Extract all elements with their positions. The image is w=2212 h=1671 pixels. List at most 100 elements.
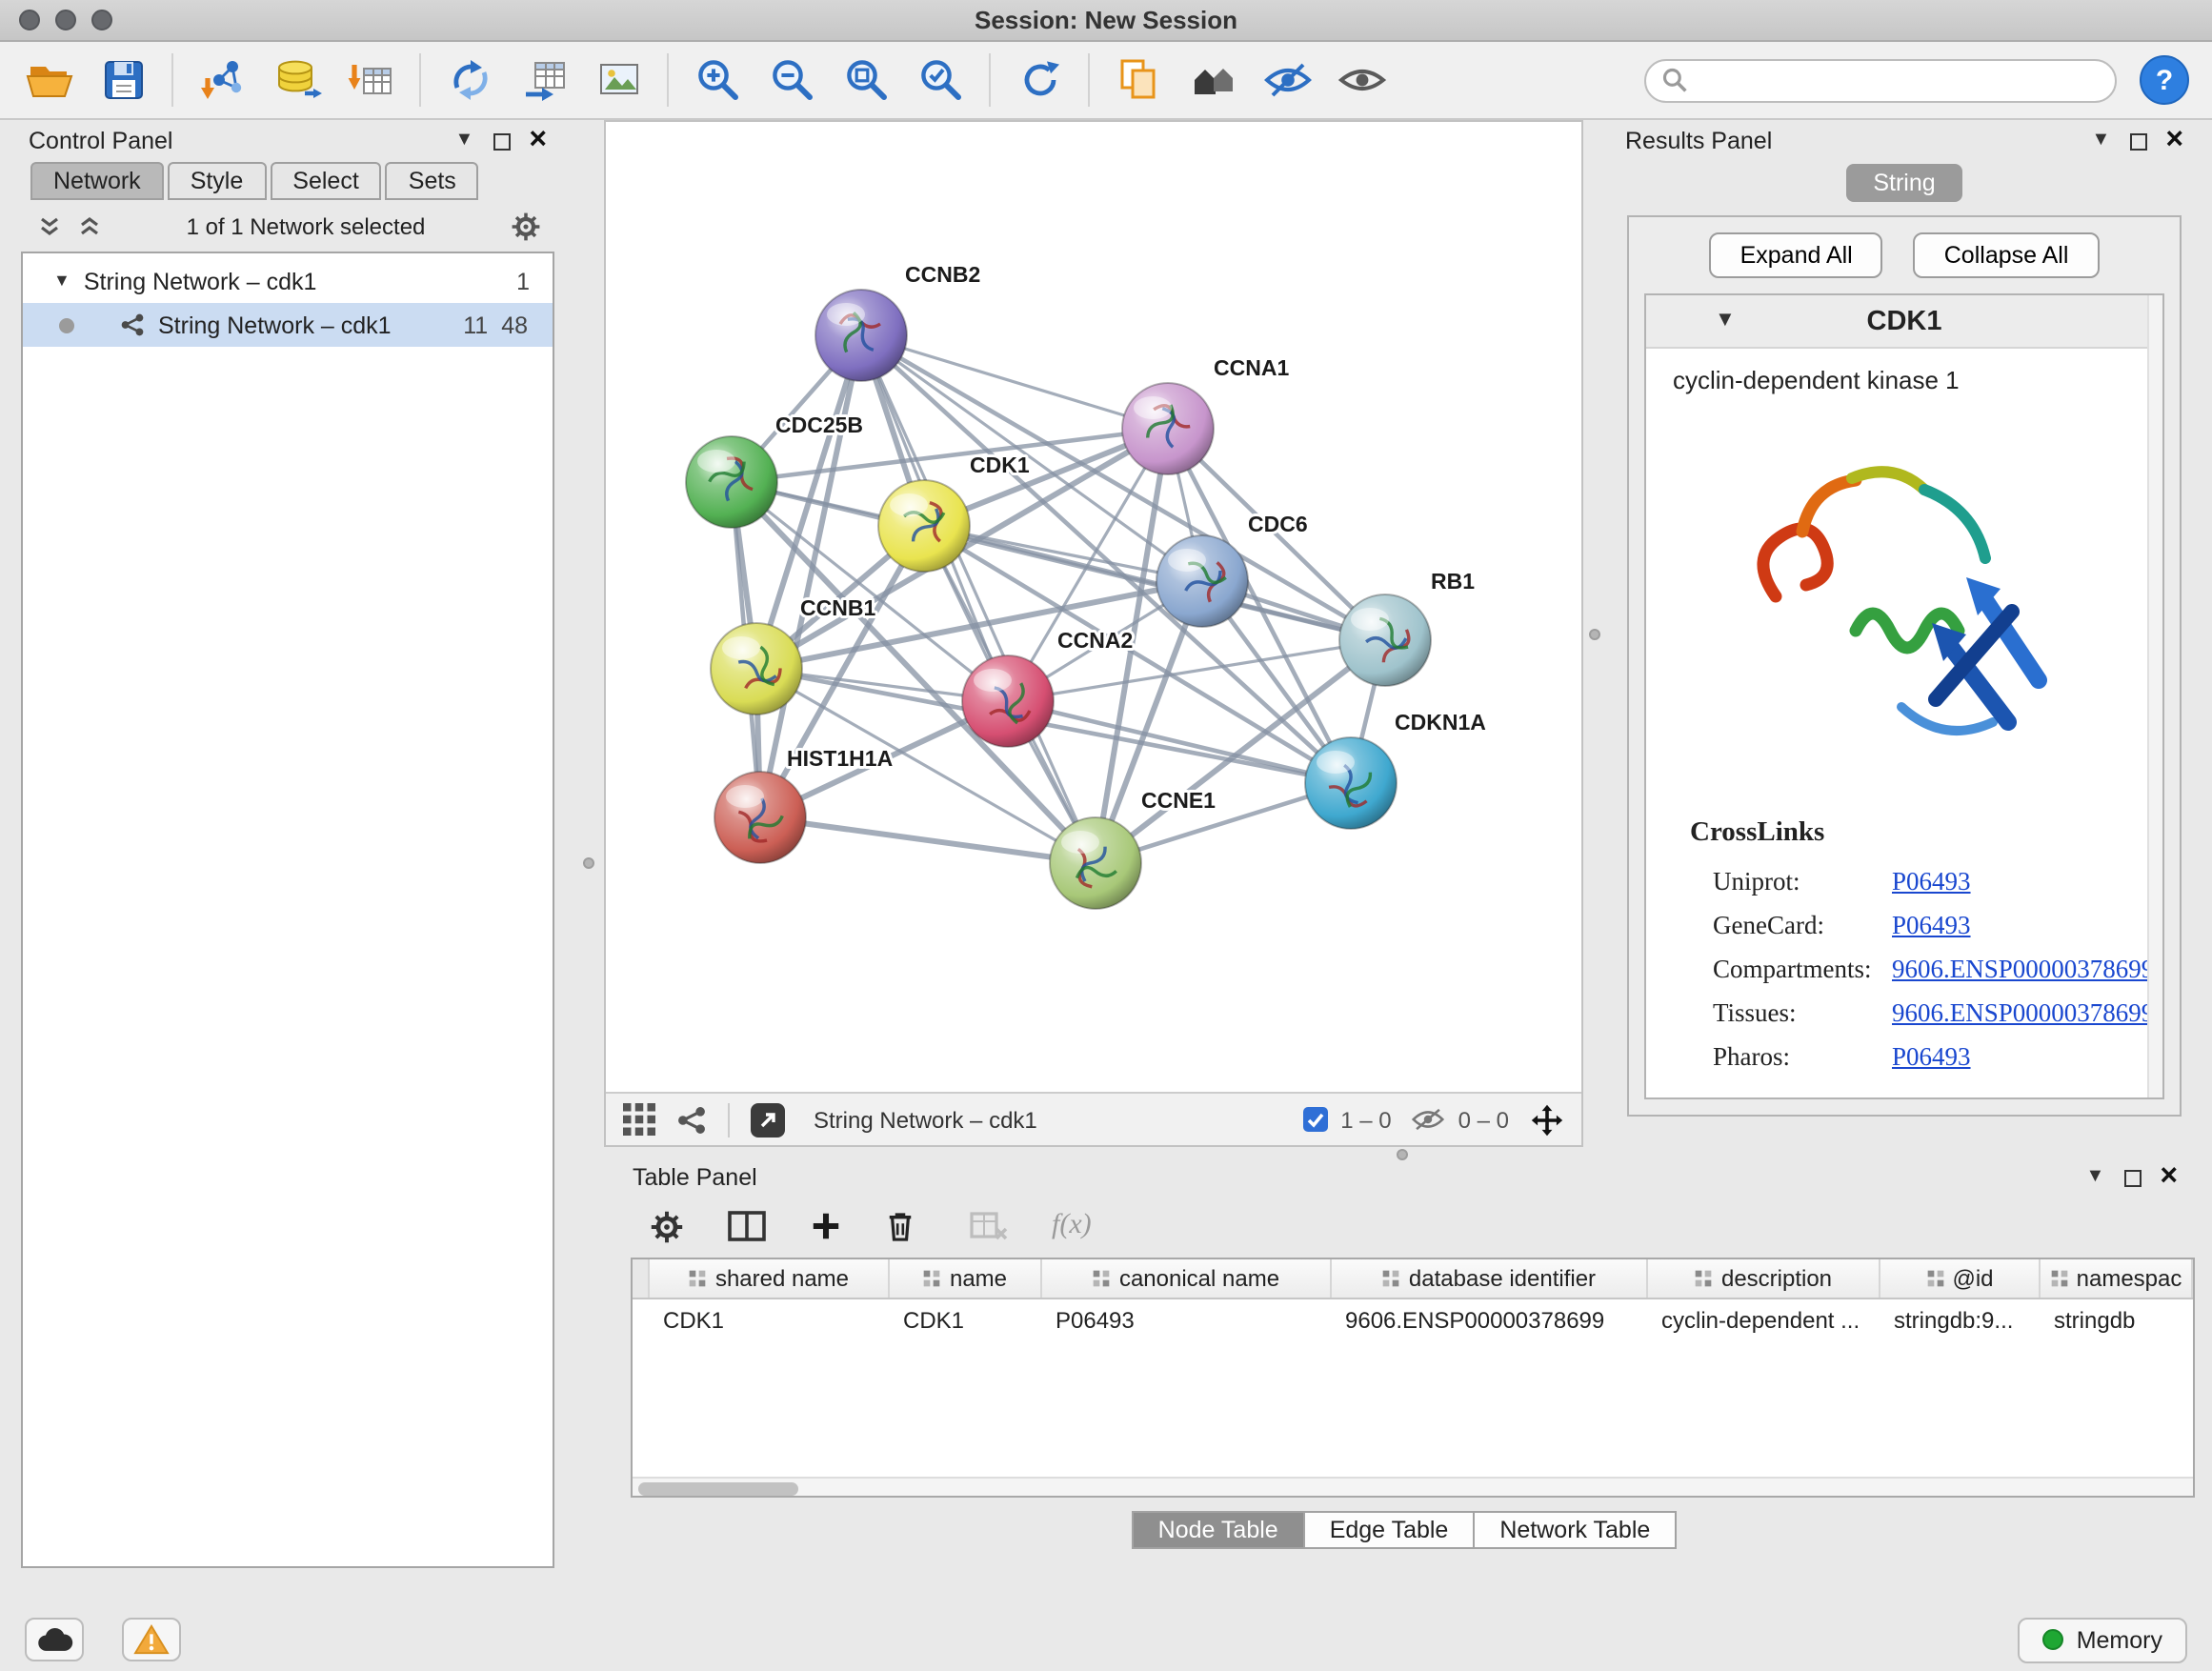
home-view-button[interactable]: [1187, 54, 1238, 106]
import-network-button[interactable]: [196, 54, 248, 106]
float-panel-icon[interactable]: [2123, 1169, 2141, 1186]
network-edge[interactable]: [861, 335, 1096, 863]
zoom-fit-button[interactable]: [840, 54, 892, 106]
column-header-database-identifier[interactable]: database identifier: [1332, 1259, 1648, 1298]
open-in-new-icon[interactable]: [751, 1102, 785, 1137]
close-panel-icon[interactable]: ×: [529, 130, 547, 152]
column-header-name[interactable]: name: [890, 1259, 1042, 1298]
import-table-button[interactable]: [345, 54, 396, 106]
export-table-button[interactable]: [518, 54, 570, 106]
network-canvas[interactable]: CCNB2CCNA1CDC25BCDK1CDC6RB1CCNB1CCNA2CDK…: [606, 122, 1581, 1092]
show-hide-button[interactable]: [1336, 54, 1387, 106]
column-header-canonical-name[interactable]: canonical name: [1042, 1259, 1332, 1298]
tab-node-table[interactable]: Node Table: [1132, 1511, 1305, 1549]
birdseye-grid-icon[interactable]: [623, 1103, 655, 1136]
graphics-details-button[interactable]: [1261, 54, 1313, 106]
tab-network-table[interactable]: Network Table: [1473, 1511, 1677, 1549]
tab-select[interactable]: Select: [270, 162, 382, 200]
collapse-all-button[interactable]: Collapse All: [1914, 232, 2100, 278]
results-buttons: Expand All Collapse All: [1644, 232, 2164, 278]
close-panel-icon[interactable]: ×: [2165, 130, 2183, 152]
column-header-id[interactable]: @id: [1880, 1259, 2041, 1298]
columns-icon[interactable]: [728, 1210, 766, 1242]
chevron-down-icon[interactable]: ▼: [455, 131, 474, 151]
crosslink-link[interactable]: P06493: [1892, 1042, 1971, 1073]
float-panel-icon[interactable]: [2129, 132, 2146, 150]
share-icon[interactable]: [676, 1104, 707, 1135]
selected-checkbox-icon[interactable]: [1302, 1107, 1327, 1132]
collapse-all-icon[interactable]: [38, 215, 61, 238]
disclosure-triangle-icon[interactable]: ▼: [53, 272, 70, 290]
network-node-CDK1[interactable]: CDK1: [878, 453, 1030, 572]
hidden-eye-slash-icon[interactable]: [1413, 1107, 1445, 1132]
results-scrollbar[interactable]: [2147, 295, 2162, 1097]
network-node-CCNA2[interactable]: CCNA2: [962, 628, 1133, 747]
disclosure-triangle-icon[interactable]: ▼: [1715, 311, 1736, 332]
session-snapshot-button[interactable]: [1113, 54, 1164, 106]
column-label: shared name: [715, 1265, 849, 1292]
table-panel: Table Panel ▼ × f(x) shared name name ca…: [615, 1157, 2195, 1601]
crosslink-link[interactable]: 9606.ENSP00000378699: [1892, 955, 2154, 985]
zoom-window-button[interactable]: [91, 10, 112, 30]
network-edge[interactable]: [760, 817, 1096, 863]
tab-string[interactable]: String: [1846, 164, 1961, 202]
table-row[interactable]: CDK1 CDK1 P06493 9606.ENSP00000378699 cy…: [633, 1299, 2193, 1339]
import-network-database-button[interactable]: [271, 54, 322, 106]
crosslink-label: Pharos:: [1713, 1042, 1892, 1073]
column-header-namespace[interactable]: namespac: [2041, 1259, 2193, 1298]
network-node-HIST1H1A[interactable]: HIST1H1A: [714, 746, 893, 863]
splitter-handle[interactable]: [1589, 629, 1600, 640]
function-builder-button[interactable]: f(x): [1052, 1210, 1092, 1242]
chevron-down-icon[interactable]: ▼: [2086, 1168, 2105, 1187]
help-button[interactable]: ?: [2140, 55, 2189, 105]
row-gutter: [633, 1259, 650, 1298]
expand-all-button[interactable]: Expand All: [1710, 232, 1883, 278]
crosslink-link[interactable]: P06493: [1892, 867, 1971, 897]
open-session-button[interactable]: [23, 54, 74, 106]
scrollbar-thumb[interactable]: [638, 1481, 798, 1495]
warnings-button[interactable]: [122, 1618, 181, 1661]
splitter-handle[interactable]: [583, 857, 594, 869]
network-node-RB1[interactable]: RB1: [1339, 569, 1475, 686]
network-edge[interactable]: [861, 335, 1168, 429]
import-table-icon: [346, 55, 395, 105]
column-label: description: [1721, 1265, 1832, 1292]
tab-style[interactable]: Style: [168, 162, 267, 200]
zoom-in-button[interactable]: [692, 54, 743, 106]
close-window-button[interactable]: [19, 10, 40, 30]
network-row[interactable]: String Network – cdk1 11 48: [23, 303, 553, 347]
network-node-CCNA1[interactable]: CCNA1: [1122, 355, 1289, 474]
tab-edge-table[interactable]: Edge Table: [1303, 1511, 1476, 1549]
network-node-CDKN1A[interactable]: CDKN1A: [1305, 710, 1486, 829]
refresh-layout-button[interactable]: [1014, 54, 1065, 106]
export-image-button[interactable]: [593, 54, 644, 106]
chevron-down-icon[interactable]: ▼: [2092, 131, 2111, 151]
tab-sets[interactable]: Sets: [386, 162, 479, 200]
zoom-selected-button[interactable]: [915, 54, 966, 106]
minimize-window-button[interactable]: [55, 10, 76, 30]
export-network-button[interactable]: [444, 54, 495, 106]
cloud-status-button[interactable]: [25, 1618, 84, 1661]
save-session-button[interactable]: [97, 54, 149, 106]
move-crosshair-icon[interactable]: [1530, 1102, 1564, 1137]
column-header-shared-name[interactable]: shared name: [650, 1259, 890, 1298]
column-header-description[interactable]: description: [1648, 1259, 1880, 1298]
protein-card-header[interactable]: ▼ CDK1: [1646, 295, 2162, 349]
horizontal-scrollbar[interactable]: [633, 1477, 2193, 1496]
expand-all-icon[interactable]: [78, 215, 101, 238]
network-node-CCNE1[interactable]: CCNE1: [1050, 788, 1216, 909]
add-column-plus-icon[interactable]: [810, 1210, 842, 1242]
crosslink-link[interactable]: P06493: [1892, 911, 1971, 941]
search-input[interactable]: [1698, 67, 2100, 93]
node-label: RB1: [1431, 569, 1475, 594]
float-panel-icon[interactable]: [493, 132, 510, 150]
gear-icon[interactable]: [650, 1209, 684, 1243]
gear-icon[interactable]: [511, 211, 541, 242]
crosslink-link[interactable]: 9606.ENSP00000378699: [1892, 998, 2154, 1029]
delete-trash-icon[interactable]: [886, 1210, 915, 1242]
tab-network[interactable]: Network: [30, 162, 164, 200]
close-panel-icon[interactable]: ×: [2160, 1166, 2178, 1189]
zoom-out-button[interactable]: [766, 54, 817, 106]
network-collection-row[interactable]: ▼ String Network – cdk1 1: [23, 259, 553, 303]
memory-button[interactable]: Memory: [2018, 1617, 2187, 1662]
